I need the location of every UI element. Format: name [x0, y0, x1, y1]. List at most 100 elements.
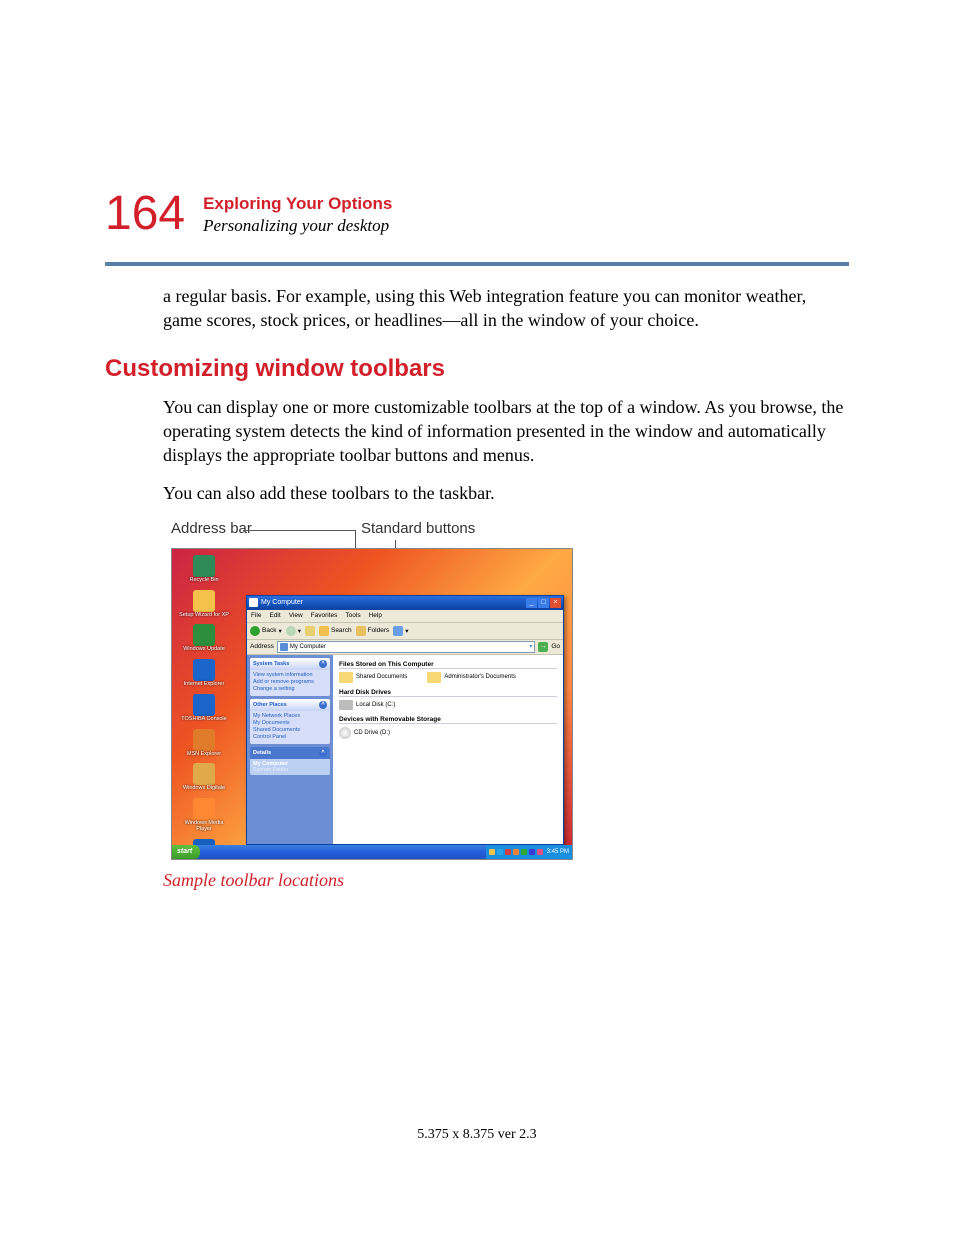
icon-label: Setup Wizard for XP: [178, 613, 230, 619]
screenshot-figure: Recycle Bin Setup Wizard for XP Windows Up…: [171, 548, 573, 860]
window-icon: [249, 598, 258, 607]
start-label: start: [177, 848, 192, 855]
minimize-button[interactable]: _: [526, 598, 537, 608]
folders-button[interactable]: Folders: [356, 626, 390, 636]
standard-toolbar: Back ▾ ▾ Search: [247, 623, 563, 640]
collapse-icon[interactable]: ^: [319, 660, 327, 668]
desktop-icon[interactable]: Windows Digitale: [178, 763, 230, 792]
desktop-icon[interactable]: MSN Explorer: [178, 729, 230, 758]
page-header: 164 Exploring Your Options Personalizing…: [105, 190, 849, 238]
desktop-icon[interactable]: Recycle Bin: [178, 555, 230, 584]
up-button[interactable]: [305, 626, 315, 636]
menu-item[interactable]: Tools: [345, 612, 360, 619]
page-footer: 5.375 x 8.375 ver 2.3: [0, 1127, 954, 1143]
place-link[interactable]: My Documents: [253, 720, 327, 726]
menu-item[interactable]: Help: [369, 612, 382, 619]
window-title: My Computer: [261, 599, 303, 606]
system-tasks-panel: System Tasks ^ View system informationAd…: [250, 658, 330, 696]
icon-label: Windows Media Player: [178, 821, 230, 833]
window-titlebar[interactable]: My Computer _ □ ×: [247, 596, 563, 610]
cd-drive-item[interactable]: CD Drive (D:): [339, 727, 390, 739]
forward-icon: [286, 626, 296, 636]
dropdown-icon: ▾: [298, 627, 301, 635]
tray-icon[interactable]: [497, 849, 503, 855]
computer-icon: [280, 643, 288, 651]
address-label: Address: [250, 643, 274, 650]
figure-callouts: Address bar Standard buttons: [171, 520, 849, 542]
folder-icon: [339, 672, 353, 683]
app-icon: [193, 694, 215, 716]
menu-item[interactable]: View: [289, 612, 303, 619]
search-button[interactable]: Search: [319, 626, 352, 636]
collapse-icon[interactable]: ^: [319, 749, 327, 757]
group-title-removable: Devices with Removable Storage: [339, 716, 557, 724]
intro-paragraph: a regular basis. For example, using this…: [163, 284, 849, 333]
icon-label: MSN Explorer: [178, 752, 230, 758]
place-link[interactable]: Shared Documents: [253, 727, 327, 733]
back-label: Back: [262, 627, 276, 634]
folder-icon: [427, 672, 441, 683]
tray-icon[interactable]: [537, 849, 543, 855]
tray-icon[interactable]: [513, 849, 519, 855]
page-number: 164: [105, 190, 185, 238]
task-link[interactable]: Add or remove programs: [253, 679, 327, 685]
app-icon: [193, 798, 215, 820]
explorer-window: My Computer _ □ × File Edit View Favorites T…: [246, 595, 564, 845]
folder-item[interactable]: Shared Documents: [339, 672, 407, 683]
search-label: Search: [331, 627, 352, 634]
maximize-button[interactable]: □: [538, 598, 549, 608]
place-link[interactable]: Control Panel: [253, 734, 327, 740]
section-heading: Customizing window toolbars: [105, 355, 849, 383]
tray-icon[interactable]: [505, 849, 511, 855]
desktop-icon[interactable]: TOSHIBA Console: [178, 694, 230, 723]
back-button[interactable]: Back ▾: [250, 626, 282, 636]
desktop-icon[interactable]: Internet Explorer: [178, 659, 230, 688]
app-icon: [193, 763, 215, 785]
desktop-icon[interactable]: Windows Update: [178, 624, 230, 653]
drive-item[interactable]: Local Disk (C:): [339, 700, 395, 710]
other-places-title: Other Places: [253, 702, 287, 708]
go-button[interactable]: →: [538, 642, 548, 652]
system-tasks-title: System Tasks: [253, 661, 289, 667]
app-icon: [193, 729, 215, 751]
group-title-drives: Hard Disk Drives: [339, 689, 557, 697]
start-button[interactable]: start: [172, 845, 200, 859]
address-value: My Computer: [290, 644, 326, 650]
collapse-icon[interactable]: ^: [319, 701, 327, 709]
desktop-icon[interactable]: Windows Media Player: [178, 798, 230, 833]
task-link[interactable]: View system information: [253, 672, 327, 678]
address-input[interactable]: My Computer ▾: [277, 641, 535, 653]
menu-item[interactable]: Edit: [269, 612, 280, 619]
app-icon: [193, 624, 215, 646]
details-type: System Folder: [253, 767, 327, 773]
menu-item[interactable]: Favorites: [311, 612, 338, 619]
tasks-side-panel: System Tasks ^ View system informationAd…: [247, 655, 333, 844]
desktop-icon[interactable]: Setup Wizard for XP: [178, 590, 230, 619]
address-bar: Address My Computer ▾ → Go: [247, 640, 563, 655]
icon-label: TOSHIBA Console: [178, 717, 230, 723]
dropdown-icon[interactable]: ▾: [529, 643, 532, 650]
close-button[interactable]: ×: [550, 598, 561, 608]
views-button[interactable]: ▾: [393, 626, 408, 636]
details-title: Details: [253, 750, 271, 756]
task-link[interactable]: Change a setting: [253, 686, 327, 692]
folder-label: Administrator's Documents: [444, 674, 516, 680]
tray-icon[interactable]: [521, 849, 527, 855]
folder-item[interactable]: Administrator's Documents: [427, 672, 516, 683]
tray-icon[interactable]: [529, 849, 535, 855]
header-rule: [105, 262, 849, 266]
views-icon: [393, 626, 403, 636]
tray-icon[interactable]: [489, 849, 495, 855]
chapter-title: Exploring Your Options: [203, 194, 392, 214]
section-name: Personalizing your desktop: [203, 216, 392, 236]
taskbar: start 3:45 PM: [172, 845, 572, 859]
folders-label: Folders: [368, 627, 390, 634]
app-icon: [193, 659, 215, 681]
place-link[interactable]: My Network Places: [253, 713, 327, 719]
dropdown-icon: ▾: [278, 627, 281, 635]
search-icon: [319, 626, 329, 636]
system-tray: 3:45 PM: [486, 845, 572, 859]
menu-item[interactable]: File: [251, 612, 261, 619]
forward-button[interactable]: ▾: [286, 626, 301, 636]
tray-clock: 3:45 PM: [547, 849, 569, 855]
